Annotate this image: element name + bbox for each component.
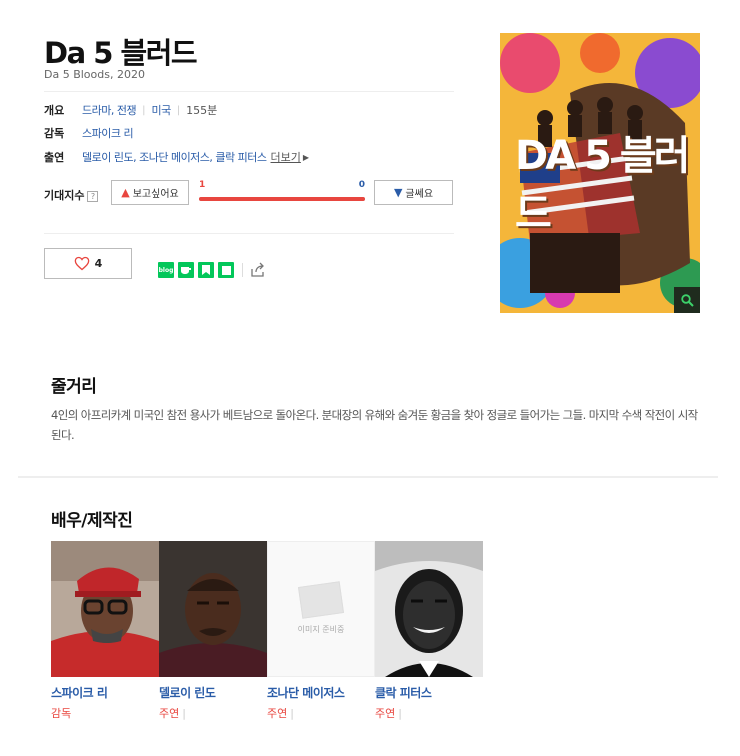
crew-heading: 배우/제작진 bbox=[51, 511, 133, 531]
synopsis-text: 4인의 아프리카계 미국인 참전 용사가 베트남으로 돌아온다. 분대장의 유해… bbox=[51, 408, 698, 442]
help-icon[interactable]: ? bbox=[87, 191, 99, 202]
expectation-gauge: 1 0 bbox=[199, 180, 365, 206]
crew-item[interactable]: 클락 피터스 주연 | bbox=[375, 541, 483, 721]
separator: | bbox=[142, 104, 146, 116]
person-role: 감독 bbox=[51, 705, 159, 721]
director-row: 감독 스파이크 리 bbox=[44, 125, 134, 141]
crew-item[interactable]: 델로이 린도 주연 | bbox=[159, 541, 267, 721]
director-link[interactable]: 스파이크 리 bbox=[82, 125, 134, 141]
want-to-see-label: 보고싶어요 bbox=[132, 189, 179, 200]
bookmark-icon[interactable] bbox=[198, 262, 214, 278]
separator: | bbox=[176, 104, 181, 116]
person-photo-placeholder[interactable]: 이미지 준비중 bbox=[267, 541, 375, 677]
gauge-fill bbox=[199, 197, 365, 201]
runtime: 155분 bbox=[186, 104, 218, 117]
heart-icon bbox=[74, 256, 90, 271]
like-button[interactable]: 4 bbox=[44, 248, 132, 279]
movie-title: Da 5 블러드 bbox=[44, 36, 198, 70]
cast-links[interactable]: 델로이 린도, 조나단 메이저스, 클락 피터스 bbox=[82, 149, 267, 165]
person-name[interactable]: 조나단 메이저스 bbox=[267, 684, 375, 701]
synopsis-heading: 줄거리 bbox=[51, 377, 97, 397]
role-text: 주연 bbox=[375, 707, 396, 720]
person-name[interactable]: 클락 피터스 bbox=[375, 684, 483, 701]
more-link[interactable]: 더보기 bbox=[271, 149, 301, 165]
role-text: 주연 bbox=[159, 707, 180, 720]
thumbs-down-icon: ▼ bbox=[393, 186, 403, 199]
crew-item[interactable]: 이미지 준비중 조나단 메이저스 주연 | bbox=[267, 541, 375, 721]
memo-icon[interactable] bbox=[218, 262, 234, 278]
want-count: 1 bbox=[199, 180, 206, 190]
poster-title: DA 5 블러드 bbox=[515, 133, 690, 237]
section-divider bbox=[18, 476, 718, 478]
like-count: 4 bbox=[94, 257, 103, 270]
not-sure-button[interactable]: ▼ 글쎄요 bbox=[374, 180, 453, 205]
divider bbox=[44, 91, 454, 92]
director-label: 감독 bbox=[44, 127, 65, 140]
zoom-button[interactable] bbox=[674, 287, 700, 313]
expectation-label: 기대지수? bbox=[44, 187, 99, 203]
separator bbox=[242, 263, 243, 277]
placeholder-text: 이미지 준비중 bbox=[297, 624, 345, 634]
cast-row: 출연 델로이 린도, 조나단 메이저스, 클락 피터스 더보기 ▶ bbox=[44, 149, 309, 165]
thumbs-up-icon: ▲ bbox=[121, 186, 130, 199]
person-name[interactable]: 델로이 린도 bbox=[159, 684, 267, 701]
cast-label: 출연 bbox=[44, 151, 65, 164]
want-to-see-button[interactable]: ▲ 보고싶어요 bbox=[111, 180, 189, 205]
divider bbox=[44, 233, 454, 234]
crew-item[interactable]: 스파이크 리 감독 bbox=[51, 541, 159, 721]
meh-count: 0 bbox=[358, 180, 365, 190]
separator: | bbox=[290, 707, 294, 720]
not-sure-label: 글쎄요 bbox=[405, 189, 434, 200]
gauge-bar bbox=[199, 197, 365, 201]
overview-row: 개요 드라마, 전쟁 | 미국 | 155분 bbox=[44, 102, 217, 118]
genre-link[interactable]: 드라마, 전쟁 bbox=[82, 102, 137, 118]
role-text: 감독 bbox=[51, 707, 72, 720]
person-photo[interactable] bbox=[159, 541, 267, 677]
overview-label: 개요 bbox=[44, 104, 65, 117]
movie-subtitle: Da 5 Bloods, 2020 bbox=[44, 68, 145, 81]
separator: | bbox=[182, 707, 186, 720]
share-bar: blog bbox=[158, 262, 266, 278]
person-name[interactable]: 스파이크 리 bbox=[51, 684, 159, 701]
person-role: 주연 | bbox=[375, 705, 483, 721]
person-role: 주연 | bbox=[159, 705, 267, 721]
magnifier-icon bbox=[680, 293, 694, 307]
crew-list: 스파이크 리 감독 델로이 린도 주연 | 이미지 준비중 조나단 메이저스 주연… bbox=[51, 541, 483, 721]
person-photo[interactable] bbox=[51, 541, 159, 677]
country-link[interactable]: 미국 bbox=[151, 102, 171, 118]
person-role: 주연 | bbox=[267, 705, 375, 721]
cafe-icon[interactable] bbox=[178, 262, 194, 278]
expectation-index: 기대지수? ▲ 보고싶어요 1 0 ▼ 글쎄요 bbox=[44, 180, 454, 206]
share-out-icon[interactable] bbox=[250, 262, 266, 278]
expectation-label-text: 기대지수 bbox=[44, 189, 85, 202]
image-placeholder-icon bbox=[297, 580, 345, 619]
role-text: 주연 bbox=[267, 707, 288, 720]
blog-icon[interactable]: blog bbox=[158, 262, 174, 278]
chevron-right-icon: ▶ bbox=[302, 152, 310, 162]
separator: | bbox=[398, 707, 402, 720]
movie-poster[interactable]: DA 5 블러드 bbox=[500, 33, 700, 313]
person-photo[interactable] bbox=[375, 541, 483, 677]
